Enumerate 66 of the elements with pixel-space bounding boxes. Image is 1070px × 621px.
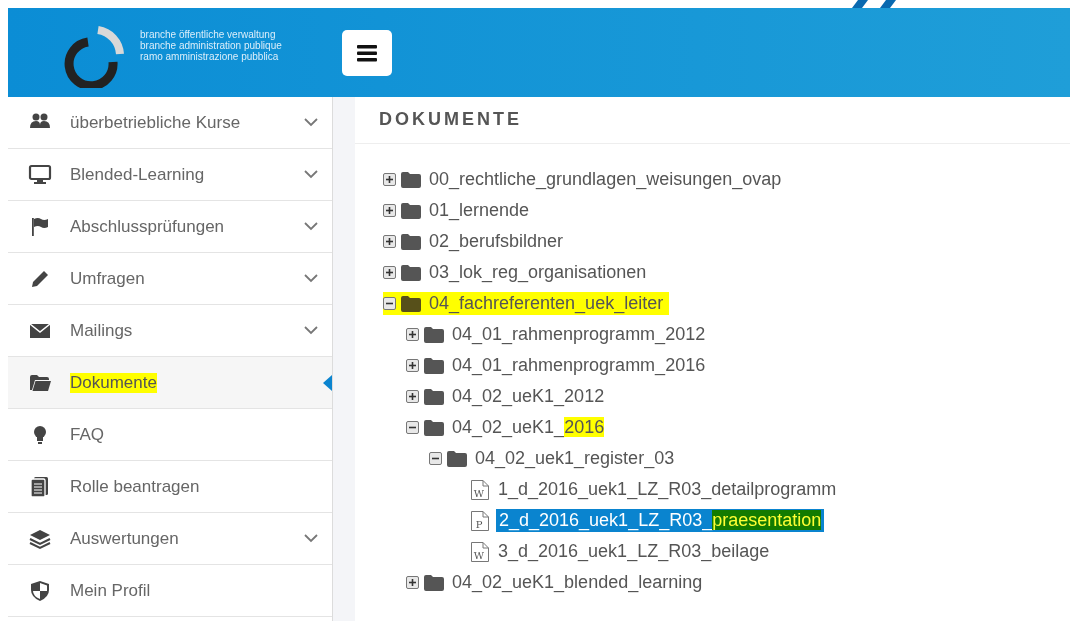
tree-item-label[interactable]: 04_02_ueK1_2012 <box>450 385 607 408</box>
sidebar-item-label: Rolle beantragen <box>70 476 200 497</box>
menu-button[interactable] <box>341 29 392 76</box>
collapse-icon[interactable] <box>383 297 396 310</box>
sidebar-item[interactable]: überbetriebliche Kurse <box>8 97 332 149</box>
folder-icon <box>424 357 444 374</box>
sidebar-item[interactable]: FAQ <box>8 409 332 461</box>
folder-icon <box>401 233 421 250</box>
tree-item-label[interactable]: 04_01_rahmenprogramm_2016 <box>450 354 708 377</box>
tree-item-label[interactable]: 1_d_2016_uek1_LZ_R03_detailprogramm <box>496 478 839 501</box>
folder-icon <box>424 574 444 591</box>
sidebar-item-label: Dokumente <box>70 372 157 393</box>
sidebar-item[interactable]: Abschlussprüfungen <box>8 201 332 253</box>
folder-icon <box>401 295 421 312</box>
sidebar-item[interactable]: Dokumente <box>8 357 332 409</box>
expand-icon[interactable] <box>383 204 396 217</box>
menu-icon <box>356 43 377 62</box>
expand-icon[interactable] <box>406 576 419 589</box>
tree-item-label[interactable]: 3_d_2016_uek1_LZ_R03_beilage <box>496 540 772 563</box>
tree-item-label[interactable]: 03_lok_reg_organisationen <box>427 261 649 284</box>
sidebar-item-label: Umfragen <box>70 268 145 289</box>
tree-item-label[interactable]: 04_02_ueK1_blended_learning <box>450 571 705 594</box>
brand-tagline: ramo amministrazione pubblica <box>140 51 279 62</box>
active-pointer-icon <box>323 375 332 391</box>
expand-icon[interactable] <box>406 359 419 372</box>
tree-item-label[interactable]: 04_02_ueK1_2016 <box>450 416 607 439</box>
sidebar-item-label: FAQ <box>70 424 104 445</box>
document-icon: W <box>470 478 490 501</box>
sidebar-item[interactable]: Umfragen <box>8 253 332 305</box>
folder-icon <box>401 202 421 219</box>
sidebar-item-label: überbetriebliche Kurse <box>70 112 241 133</box>
tree-item-label[interactable]: 04_02_uek1_register_03 <box>473 447 677 470</box>
tree-item-label[interactable]: 02_berufsbildner <box>427 230 566 253</box>
expand-icon[interactable] <box>383 235 396 248</box>
folder-icon <box>401 264 421 281</box>
sidebar-item[interactable]: Blended-Learning <box>8 149 332 201</box>
brand-tagline: branche öffentliche verwaltung <box>140 29 276 40</box>
sidebar-item[interactable]: Mein Profil <box>8 565 332 617</box>
sidebar-item-label: Auswertungen <box>70 528 179 549</box>
folder-icon <box>447 450 467 467</box>
folder-icon <box>424 388 444 405</box>
folder-icon <box>401 171 421 188</box>
collapse-icon[interactable] <box>406 421 419 434</box>
tree-item-label[interactable]: 2_d_2016_uek1_LZ_R03_praesentation <box>496 509 825 532</box>
page-title: DOKUMENTE <box>355 97 1070 144</box>
expand-icon[interactable] <box>383 173 396 186</box>
document-icon: W <box>470 540 490 563</box>
expand-icon[interactable] <box>383 266 396 279</box>
tree-item-label[interactable]: 04_01_rahmenprogramm_2012 <box>450 323 708 346</box>
folder-icon <box>424 419 444 436</box>
collapse-icon[interactable] <box>429 452 442 465</box>
sidebar-item-label: Mein Profil <box>70 580 151 601</box>
tree-item-label[interactable]: 00_rechtliche_grundlagen_weisungen_ovap <box>427 168 784 191</box>
shield-icon <box>28 578 52 603</box>
sidebar-item-label: Mailings <box>70 320 133 341</box>
monitor-icon <box>28 162 52 187</box>
sidebar-item[interactable]: Auswertungen <box>8 513 332 565</box>
expand-icon[interactable] <box>406 328 419 341</box>
expand-icon[interactable] <box>406 390 419 403</box>
folder-icon <box>424 326 444 343</box>
tree-item-label[interactable]: 01_lernende <box>427 199 532 222</box>
document-icon: P <box>470 509 490 532</box>
sidebar-item-label: Blended-Learning <box>70 164 205 185</box>
sidebar-item-label: Abschlussprüfungen <box>70 216 225 237</box>
brand-tagline: branche administration publique <box>140 40 282 51</box>
sidebar-item[interactable]: Rolle beantragen <box>8 461 332 513</box>
